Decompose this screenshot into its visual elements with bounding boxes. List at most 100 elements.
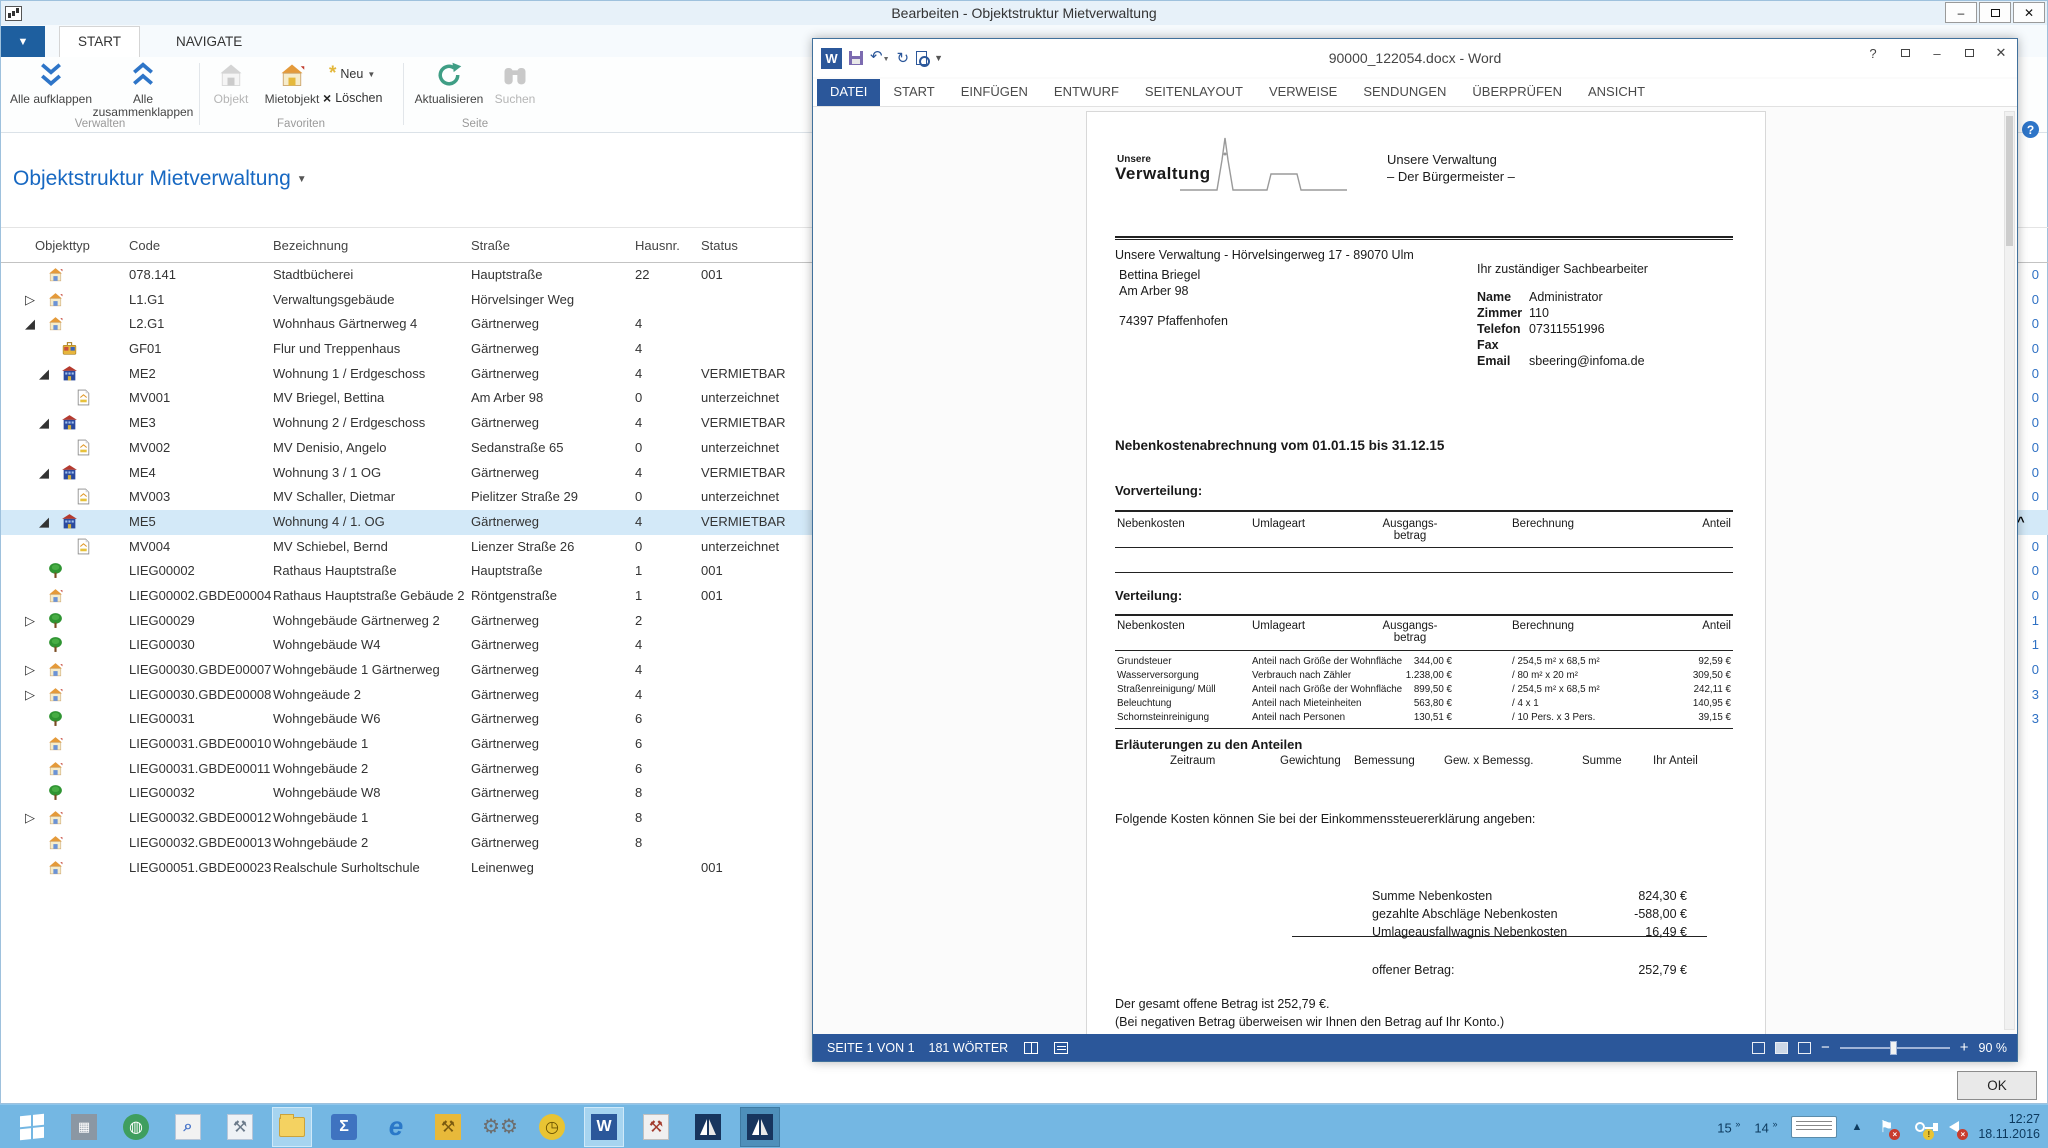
col-objekttyp[interactable]: Objekttyp [35, 238, 90, 253]
cell-bezeichnung: MV Denisio, Angelo [273, 440, 386, 455]
page-title[interactable]: Objektstruktur Mietverwaltung▼ [13, 167, 307, 191]
minimize-button[interactable]: – [1945, 2, 1977, 23]
ok-button[interactable]: OK [1957, 1071, 2037, 1100]
help-icon[interactable]: ? [1861, 43, 1885, 63]
col-strasse[interactable]: Straße [471, 238, 510, 253]
action-center-flag-icon[interactable]: ⚑× [1876, 1116, 1896, 1138]
word-tab-verweise[interactable]: VERWEISE [1256, 79, 1350, 106]
tree-expander-icon[interactable]: ◢ [39, 465, 49, 481]
touch-keyboard-icon[interactable] [1791, 1116, 1837, 1138]
tree-expander-icon[interactable]: ◢ [25, 316, 35, 332]
file-explorer-icon[interactable] [272, 1107, 312, 1147]
restore-button[interactable] [1957, 43, 1981, 63]
aktualisieren-button[interactable]: Aktualisieren [407, 59, 491, 106]
tree-expander-icon[interactable]: ▷ [25, 810, 35, 826]
loeschen-button[interactable]: × Löschen [323, 89, 382, 107]
tray-group-2[interactable]: 14 » [1754, 1119, 1777, 1135]
document-page[interactable]: Unsere Verwaltung Unsere Verwaltung – De… [1086, 111, 1766, 1034]
redo-icon[interactable]: ↻ [897, 51, 910, 66]
cell-hausnr: 4 [635, 316, 642, 331]
show-hidden-icons-chevron[interactable]: ▲ [1851, 1121, 1862, 1133]
doc-col-header: Berechnung [1512, 518, 1574, 530]
search-tool-icon[interactable]: ⌕ [168, 1107, 208, 1147]
print-preview-icon[interactable] [916, 51, 927, 65]
zoom-in-button[interactable]: + [1960, 1043, 1969, 1053]
tree-expander-icon[interactable]: ▷ [25, 292, 35, 308]
zoom-slider[interactable] [1840, 1047, 1950, 1049]
save-icon[interactable] [849, 51, 863, 65]
undo-icon[interactable]: ↶▼ [870, 49, 890, 67]
cell-hausnr: 4 [635, 687, 642, 702]
nav-admin-tool-icon[interactable]: ⚒ [636, 1107, 676, 1147]
maximize-button[interactable] [1979, 2, 2011, 23]
tray-group-1[interactable]: 15 » [1717, 1119, 1740, 1135]
ribbon-display-options-icon[interactable] [1893, 43, 1917, 63]
tree-expander-icon[interactable]: ▷ [25, 687, 35, 703]
tab-navigate[interactable]: NAVIGATE [158, 27, 260, 57]
customize-qat-icon[interactable]: ▼ [934, 51, 943, 66]
word-tab-start[interactable]: START [880, 79, 947, 106]
cell-hausnr: 4 [635, 415, 642, 430]
word-tab-entwurf[interactable]: ENTWURF [1041, 79, 1132, 106]
col-code[interactable]: Code [129, 238, 160, 253]
close-button[interactable]: ✕ [1989, 43, 2013, 63]
page-indicator[interactable]: SEITE 1 VON 1 [827, 1041, 915, 1055]
cell-code: LIEG00002 [129, 563, 195, 578]
cell-strasse: Gärtnerweg [471, 613, 539, 628]
globe-tools-icon[interactable]: ◍ [116, 1107, 156, 1147]
read-mode-icon[interactable] [1752, 1042, 1765, 1054]
tree-expander-icon[interactable]: ◢ [39, 366, 49, 382]
collapse-all-button[interactable]: Alle zusammenklappen [91, 59, 195, 119]
word-count[interactable]: 181 WÖRTER [929, 1041, 1009, 1055]
dynamics-nav-icon[interactable] [688, 1107, 728, 1147]
powershell-icon[interactable]: Σ [324, 1107, 364, 1147]
col-status[interactable]: Status [701, 238, 738, 253]
shell-wrench-icon[interactable]: ⚒ [220, 1107, 260, 1147]
web-layout-icon[interactable] [1798, 1042, 1811, 1054]
tab-start[interactable]: START [59, 26, 140, 57]
start-button[interactable] [12, 1107, 52, 1147]
word-tab-einfügen[interactable]: EINFÜGEN [948, 79, 1041, 106]
word-taskbar-icon[interactable]: W [584, 1107, 624, 1147]
expand-all-button[interactable]: Alle aufklappen [5, 59, 97, 106]
word-tab-datei[interactable]: DATEI [817, 79, 880, 106]
tree-expander-icon[interactable]: ◢ [39, 415, 49, 431]
suchen-button[interactable]: Suchen [487, 59, 543, 106]
cell-bezeichnung: Wohngebäude 1 Gärtnerweg [273, 662, 440, 677]
language-keyboard-icon[interactable] [1054, 1042, 1068, 1054]
services-gears-icon[interactable]: ⚙⚙ [480, 1107, 520, 1147]
application-menu-button[interactable]: ▼ [1, 26, 45, 57]
dynamics-nav-active-icon[interactable] [740, 1107, 780, 1147]
tray-clock[interactable]: 12:27 18.11.2016 [1978, 1112, 2040, 1142]
close-button[interactable]: ✕ [2013, 2, 2045, 23]
clock-app-icon[interactable]: ◷ [532, 1107, 572, 1147]
cell-bezeichnung: Wohnung 4 / 1. OG [273, 514, 385, 529]
scrollbar-thumb[interactable] [2006, 116, 2013, 246]
tree-expander-icon[interactable]: ▷ [25, 613, 35, 629]
objekt-button[interactable]: Objekt [203, 59, 259, 106]
neu-button[interactable]: * Neu ▼ [329, 65, 375, 83]
zoom-out-button[interactable]: − [1821, 1043, 1830, 1053]
tree-expander-icon[interactable]: ◢ [39, 514, 49, 530]
word-logo-icon[interactable]: W [821, 48, 842, 69]
minimize-button[interactable]: – [1925, 43, 1949, 63]
word-tab-seitenlayout[interactable]: SEITENLAYOUT [1132, 79, 1256, 106]
word-tab-ansicht[interactable]: ANSICHT [1575, 79, 1658, 106]
network-key-icon[interactable]: ! [1910, 1116, 1930, 1138]
help-icon[interactable]: ? [2022, 121, 2039, 138]
proofing-icon[interactable] [1024, 1042, 1038, 1054]
internet-explorer-icon[interactable]: e [376, 1107, 416, 1147]
zoom-slider-thumb[interactable] [1890, 1041, 1897, 1055]
server-manager-icon[interactable]: ▦ [64, 1107, 104, 1147]
col-bezeichnung[interactable]: Bezeichnung [273, 238, 348, 253]
word-tab-sendungen[interactable]: SENDUNGEN [1350, 79, 1459, 106]
col-hausnr[interactable]: Hausnr. [635, 238, 680, 253]
vertical-scrollbar[interactable] [2004, 111, 2015, 1030]
zoom-level[interactable]: 90 % [1979, 1041, 2008, 1055]
config-tool-icon[interactable]: ⚒ [428, 1107, 468, 1147]
tree-expander-icon[interactable]: ▷ [25, 662, 35, 678]
mietobjekt-button[interactable]: Mietobjekt [255, 59, 329, 106]
word-tab-überprüfen[interactable]: ÜBERPRÜFEN [1459, 79, 1575, 106]
print-layout-icon[interactable] [1775, 1042, 1788, 1054]
volume-icon[interactable]: × [1944, 1116, 1964, 1138]
